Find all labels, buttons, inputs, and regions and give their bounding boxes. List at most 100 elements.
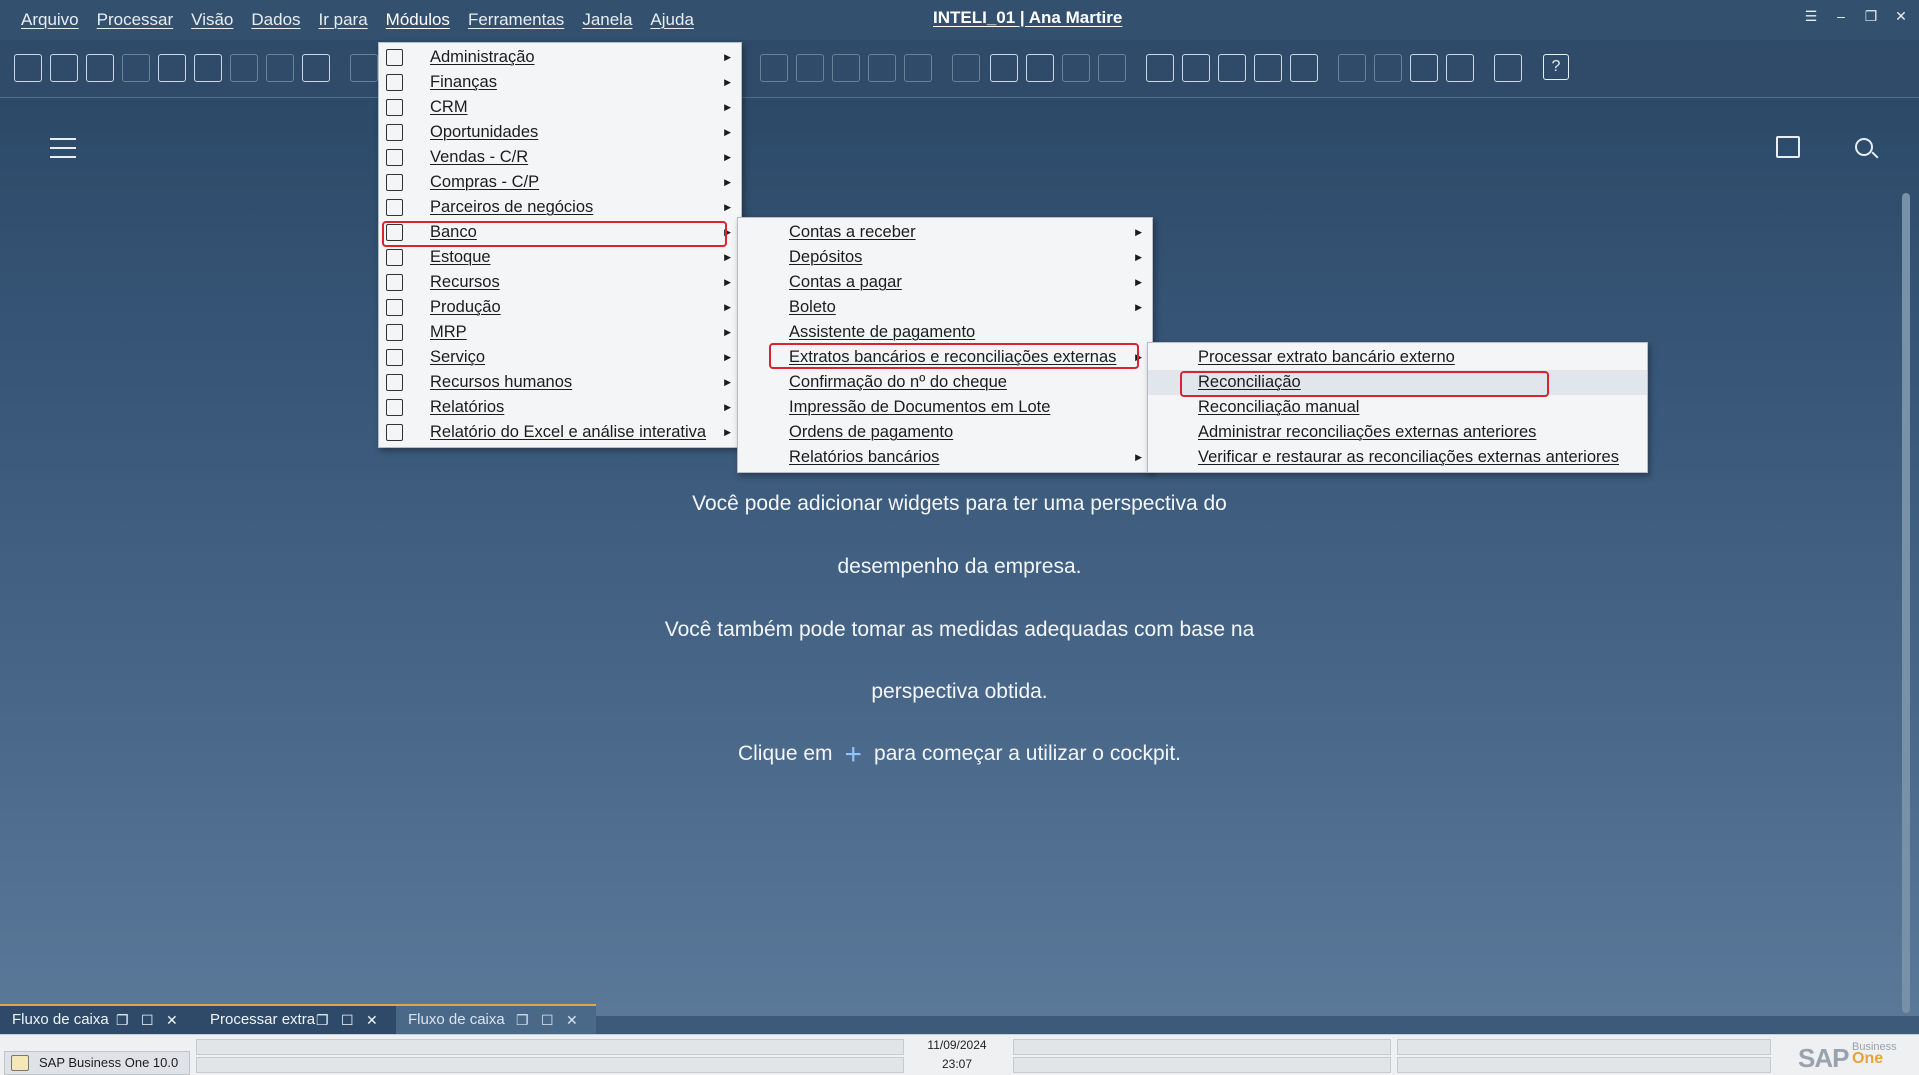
modulos-item-parceiros-de-negocios[interactable]: Parceiros de negócios ▶ <box>379 195 741 220</box>
menu-processar[interactable]: Processar <box>97 10 174 30</box>
close-icon[interactable]: ✕ <box>1893 8 1909 25</box>
taskbar-app-button[interactable]: SAP Business One 10.0 <box>4 1051 190 1075</box>
tab-label: Fluxo de caixa <box>12 1011 109 1028</box>
stamp-icon[interactable] <box>1290 54 1318 82</box>
filter-icon[interactable] <box>350 54 378 82</box>
word-export-icon[interactable] <box>230 54 258 82</box>
layout-icon[interactable] <box>1374 54 1402 82</box>
help-icon[interactable]: ? <box>1543 54 1569 80</box>
menu-janela[interactable]: Janela <box>582 10 632 30</box>
timer-doc-icon[interactable] <box>1146 54 1174 82</box>
tab-restore-icon[interactable]: ❐ <box>116 1006 129 1034</box>
open-link-icon[interactable] <box>1410 54 1438 82</box>
excel-report-icon <box>386 424 403 441</box>
banco-item-confirmacao-do-n-do-cheque[interactable]: Confirmação do nº do cheque <box>738 370 1152 395</box>
menu-item-label: Estoque <box>430 248 491 266</box>
tab-fluxo-de-caixa-1[interactable]: Fluxo de caixa ❐ ☐ ✕ <box>0 1006 198 1034</box>
modulos-item-administracao[interactable]: Administração ▶ <box>379 45 741 70</box>
cockpit-manage-icon[interactable] <box>1776 136 1800 158</box>
tab-maximize-icon[interactable]: ☐ <box>141 1006 154 1034</box>
extratos-item-processar-extrato-bancario-externo[interactable]: Processar extrato bancário externo <box>1148 345 1647 370</box>
modulos-item-compras-c-p[interactable]: Compras - C/P ▶ <box>379 170 741 195</box>
modulos-item-servico[interactable]: Serviço ▶ <box>379 345 741 370</box>
banco-item-relatorios-bancarios[interactable]: Relatórios bancários ▶ <box>738 445 1152 470</box>
menu-modulos[interactable]: Módulos <box>386 10 450 30</box>
toolbar-icon-e[interactable] <box>904 54 932 82</box>
menu-ir-para[interactable]: Ir para <box>319 10 368 30</box>
move-icon[interactable] <box>302 54 330 82</box>
toolbar-icon-c[interactable] <box>832 54 860 82</box>
tab-restore-icon[interactable]: ❐ <box>316 1006 329 1034</box>
calculator-icon[interactable] <box>1218 54 1246 82</box>
search-icon[interactable] <box>1855 138 1873 156</box>
print-icon[interactable] <box>50 54 78 82</box>
message-icon[interactable] <box>1062 54 1090 82</box>
info-line-4: perspectiva obtida. <box>871 680 1048 703</box>
menu-arquivo[interactable]: Arquivo <box>21 10 79 30</box>
restore-icon[interactable]: ❐ <box>1863 8 1879 25</box>
extratos-item-reconciliacao-manual[interactable]: Reconciliação manual <box>1148 395 1647 420</box>
excel-export-icon[interactable] <box>194 54 222 82</box>
modulos-item-vendas-c-r[interactable]: Vendas - C/R ▶ <box>379 145 741 170</box>
modulos-item-relatorio-do-excel-e-analise-interativa[interactable]: Relatório do Excel e análise interativa ▶ <box>379 420 741 445</box>
menu-ferramentas[interactable]: Ferramentas <box>468 10 564 30</box>
settings-doc-icon[interactable] <box>990 54 1018 82</box>
form-settings-icon[interactable] <box>1026 54 1054 82</box>
submenu-arrow-icon: ▶ <box>724 427 731 437</box>
tab-close-icon[interactable]: ✕ <box>366 1006 378 1034</box>
menu-dados[interactable]: Dados <box>251 10 300 30</box>
modulos-item-relatorios[interactable]: Relatórios ▶ <box>379 395 741 420</box>
chart-edit-icon[interactable] <box>1446 54 1474 82</box>
menu-item-label: Verificar e restaurar as reconciliações … <box>1198 448 1619 466</box>
modulos-item-mrp[interactable]: MRP ▶ <box>379 320 741 345</box>
toolbar-icon-d[interactable] <box>868 54 896 82</box>
timer-icon[interactable] <box>1182 54 1210 82</box>
banco-item-assistente-de-pagamento[interactable]: Assistente de pagamento <box>738 320 1152 345</box>
extratos-item-administrar-reconciliacoes-externas-anteriores[interactable]: Administrar reconciliações externas ante… <box>1148 420 1647 445</box>
banco-item-impressao-de-documentos-em-lote[interactable]: Impressão de Documentos em Lote <box>738 395 1152 420</box>
banco-item-depositos[interactable]: Depósitos ▶ <box>738 245 1152 270</box>
org-chart-icon[interactable] <box>1254 54 1282 82</box>
document-icon[interactable] <box>158 54 186 82</box>
reconciliacao-highlight-box <box>1180 371 1549 397</box>
refresh-icon[interactable] <box>1338 54 1366 82</box>
extratos-item-verificar-e-restaurar-as-reconciliacoes-externas-anteriores[interactable]: Verificar e restaurar as reconciliações … <box>1148 445 1647 470</box>
modulos-item-estoque[interactable]: Estoque ▶ <box>379 245 741 270</box>
menu-item-label: Finanças <box>430 73 497 91</box>
tab-processar-extra[interactable]: Processar extra ❐ ☐ ✕ <box>198 1006 396 1034</box>
minimize-icon[interactable]: – <box>1833 8 1849 25</box>
tab-restore-icon[interactable]: ❐ <box>516 1006 529 1034</box>
menu-layout-icon[interactable]: ☰ <box>1803 8 1819 25</box>
modulos-item-producao[interactable]: Produção ▶ <box>379 295 741 320</box>
menu-ajuda[interactable]: Ajuda <box>650 10 693 30</box>
add-widget-plus-icon[interactable]: + <box>845 738 863 772</box>
alert-icon[interactable] <box>1098 54 1126 82</box>
pdf-export-icon[interactable] <box>266 54 294 82</box>
tab-maximize-icon[interactable]: ☐ <box>341 1006 354 1034</box>
find-icon[interactable] <box>14 54 42 82</box>
modulos-item-recursos[interactable]: Recursos ▶ <box>379 270 741 295</box>
print-preview-icon[interactable] <box>86 54 114 82</box>
banco-item-contas-a-receber[interactable]: Contas a receber ▶ <box>738 220 1152 245</box>
hamburger-menu-icon[interactable] <box>50 138 76 158</box>
modulos-item-recursos-humanos[interactable]: Recursos humanos ▶ <box>379 370 741 395</box>
tab-fluxo-de-caixa-2[interactable]: Fluxo de caixa ❐ ☐ ✕ <box>396 1006 596 1034</box>
tab-close-icon[interactable]: ✕ <box>566 1006 578 1034</box>
tab-close-icon[interactable]: ✕ <box>166 1006 178 1034</box>
tab-maximize-icon[interactable]: ☐ <box>541 1006 554 1034</box>
banco-item-boleto[interactable]: Boleto ▶ <box>738 295 1152 320</box>
info-line-3: Você também pode tomar as medidas adequa… <box>664 618 1255 641</box>
banco-item-contas-a-pagar[interactable]: Contas a pagar ▶ <box>738 270 1152 295</box>
web-icon[interactable] <box>1494 54 1522 82</box>
toolbar-icon-a[interactable] <box>760 54 788 82</box>
send-icon[interactable] <box>122 54 150 82</box>
banco-item-ordens-de-pagamento[interactable]: Ordens de pagamento <box>738 420 1152 445</box>
edit-icon[interactable] <box>952 54 980 82</box>
modulos-item-financas[interactable]: Finanças ▶ <box>379 70 741 95</box>
modulos-item-crm[interactable]: CRM ▶ <box>379 95 741 120</box>
menu-visao[interactable]: Visão <box>191 10 233 30</box>
toolbar-icon-b[interactable] <box>796 54 824 82</box>
submenu-arrow-icon: ▶ <box>1135 227 1142 237</box>
modulos-item-oportunidades[interactable]: Oportunidades ▶ <box>379 120 741 145</box>
vertical-scrollbar[interactable] <box>1902 193 1910 1013</box>
